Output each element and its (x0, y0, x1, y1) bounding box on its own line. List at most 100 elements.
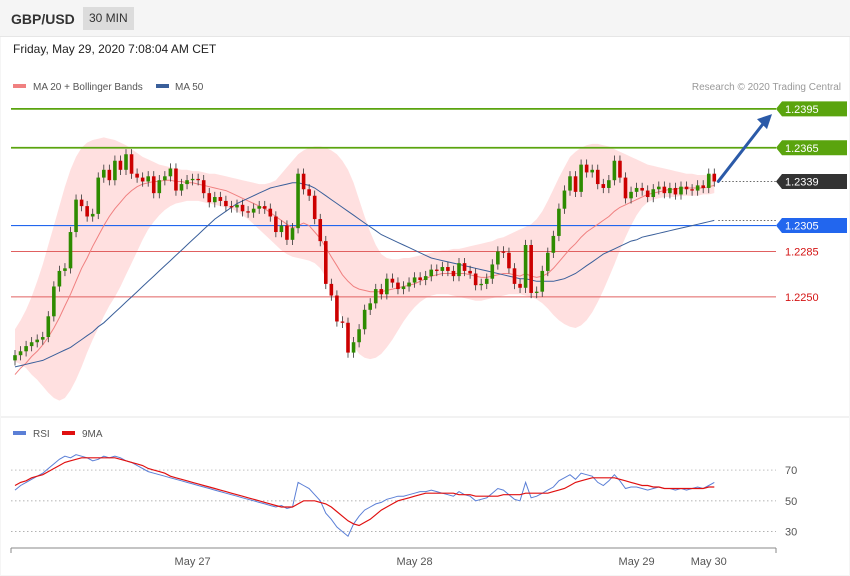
legend-swatch-ma50 (156, 84, 169, 88)
candle-body (423, 276, 428, 280)
candle-body (396, 282, 400, 290)
legend-label-ma20: MA 20 + Bollinger Bands (33, 82, 143, 93)
candle-body (268, 208, 273, 217)
candle-body (135, 173, 139, 178)
candle-body (52, 286, 56, 317)
candle-body (651, 189, 656, 198)
candle-body (35, 339, 39, 343)
candle-body (312, 195, 317, 220)
candle-body (362, 309, 367, 330)
level-label-1.2285: 1.2285 (785, 246, 819, 258)
candle-body (523, 245, 528, 288)
candle-body (529, 245, 533, 293)
candle-body (623, 177, 628, 199)
candle-body (157, 180, 162, 194)
candle-body (24, 346, 28, 352)
candle-body (79, 199, 84, 207)
candle-body (479, 283, 483, 286)
candle-body (484, 278, 489, 284)
candle-body (74, 199, 78, 233)
candle-body (329, 283, 334, 296)
candle-body (412, 277, 417, 283)
candle-body (462, 263, 467, 271)
candle-body (335, 295, 339, 322)
candle-body (351, 342, 356, 353)
candle-body (285, 225, 289, 240)
candle-body (390, 278, 395, 283)
candle-body (13, 355, 17, 361)
candle-body (407, 282, 411, 287)
candle-body (590, 169, 594, 173)
candle-body (274, 216, 278, 233)
candle-body (557, 208, 561, 236)
price-labels: 1.2395 1.2365 1.2305 1.2285 1.2250 1.2339 (776, 101, 847, 304)
candle-body (118, 160, 123, 170)
legend-swatch-ma20 (13, 84, 26, 88)
candle-body (373, 289, 378, 304)
level-label-1.2305: 1.2305 (785, 221, 819, 233)
candle-body (224, 200, 228, 207)
candle-body (418, 277, 422, 280)
candle-body (601, 184, 606, 188)
candle-body (213, 197, 217, 203)
rsi-tick-50: 50 (785, 496, 797, 508)
candle-body (657, 186, 661, 190)
candle-body (324, 241, 328, 284)
candle-body (473, 273, 478, 286)
candle-body (46, 316, 51, 338)
candle-body (712, 173, 717, 182)
candle-body (90, 213, 95, 217)
rsi-lines (14, 454, 715, 537)
candle-body (96, 177, 101, 214)
rsi-legend: RSI 9MA (13, 429, 103, 440)
candle-body (690, 189, 694, 191)
candle-body (235, 204, 239, 208)
candle-body (595, 169, 600, 185)
candle-body (401, 286, 406, 290)
candle-body (262, 206, 267, 209)
candle-body (607, 180, 611, 188)
level-label-1.2250: 1.2250 (785, 292, 819, 304)
candle-body (196, 178, 200, 181)
level-label-1.2395: 1.2395 (785, 104, 819, 116)
legend-swatch-rsi (13, 431, 26, 435)
candle-body (662, 186, 667, 194)
rsi-grid: 70 50 30 (11, 465, 797, 539)
candle-body (146, 176, 150, 182)
rsi-series-1 (14, 457, 715, 527)
current-price-label: 1.2339 (785, 176, 819, 188)
candle-body (168, 168, 173, 177)
candle-body (512, 268, 517, 284)
candle-body (296, 173, 300, 229)
copyright-text: Research © 2020 Trading Central (692, 82, 841, 93)
candle-body (257, 206, 261, 209)
main-legend: MA 20 + Bollinger Bands MA 50 (13, 82, 204, 93)
candle-body (151, 176, 156, 194)
x-tick-label: May 30 (691, 556, 727, 568)
candle-body (18, 351, 23, 356)
candle-body (85, 206, 89, 217)
x-tick-label: May 28 (397, 556, 433, 568)
candle-body (468, 270, 472, 274)
candle-body (346, 322, 350, 353)
candle-body (229, 206, 234, 208)
candle-body (163, 176, 167, 181)
candle-body (179, 184, 184, 191)
candle-body (379, 289, 384, 295)
candle-body (190, 178, 195, 181)
candle-body (40, 337, 45, 340)
legend-label-ma50: MA 50 (175, 82, 204, 93)
candle-body (673, 187, 678, 195)
candle-body (307, 189, 311, 196)
candle-body (107, 169, 112, 181)
legend-label-9ma: 9MA (82, 429, 103, 440)
candle-body (185, 180, 189, 185)
candle-body (634, 187, 639, 192)
candle-body (301, 173, 306, 190)
candle-body (440, 267, 445, 271)
candle-body (551, 235, 556, 253)
candle-body (174, 168, 178, 191)
candle-body (340, 321, 345, 323)
rsi-series-0 (14, 454, 715, 537)
candle-body (124, 154, 128, 170)
